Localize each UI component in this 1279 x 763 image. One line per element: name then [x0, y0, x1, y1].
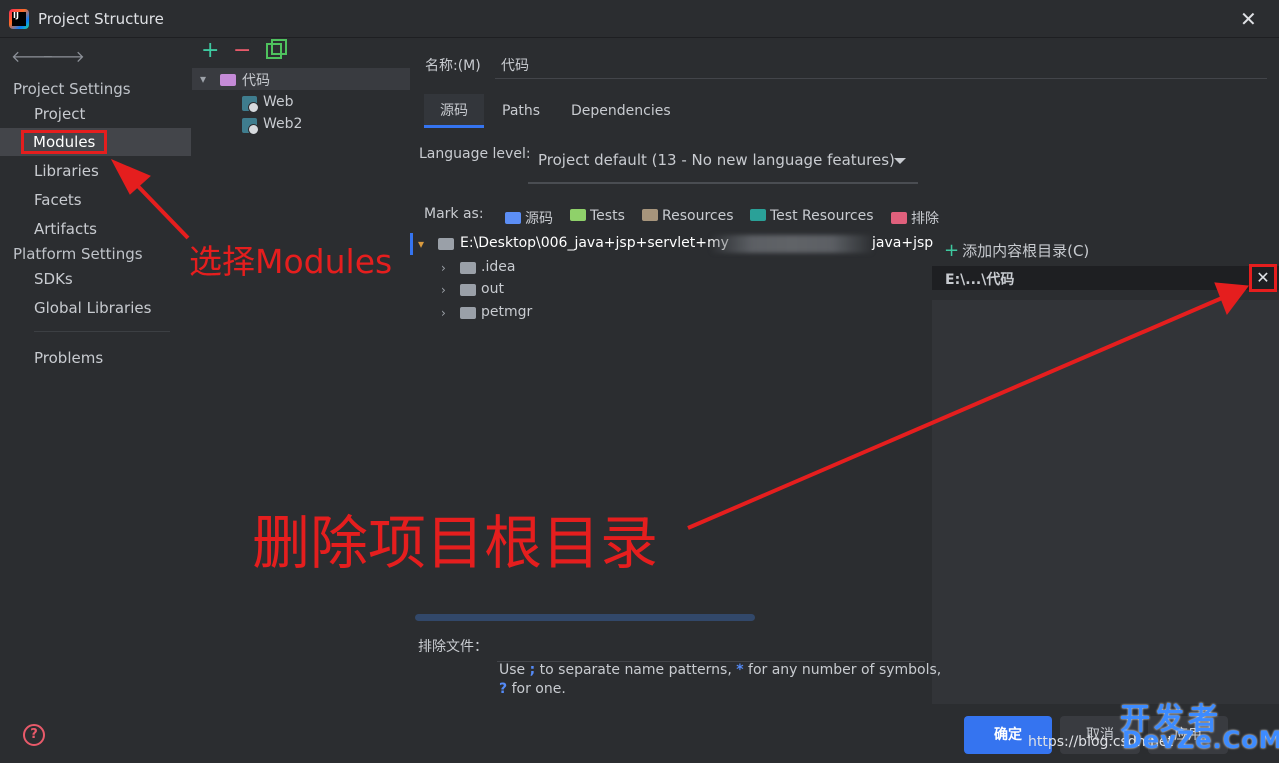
arrow-to-modules-head — [110, 158, 151, 195]
annotation-delete-root: 删除项目根目录 — [252, 509, 659, 577]
annotation-arrows — [110, 158, 1249, 530]
annotation-select-modules: 选择Modules — [189, 242, 393, 281]
arrow-to-remove-shaft — [687, 296, 1223, 530]
arrow-to-modules-shaft — [130, 178, 190, 240]
